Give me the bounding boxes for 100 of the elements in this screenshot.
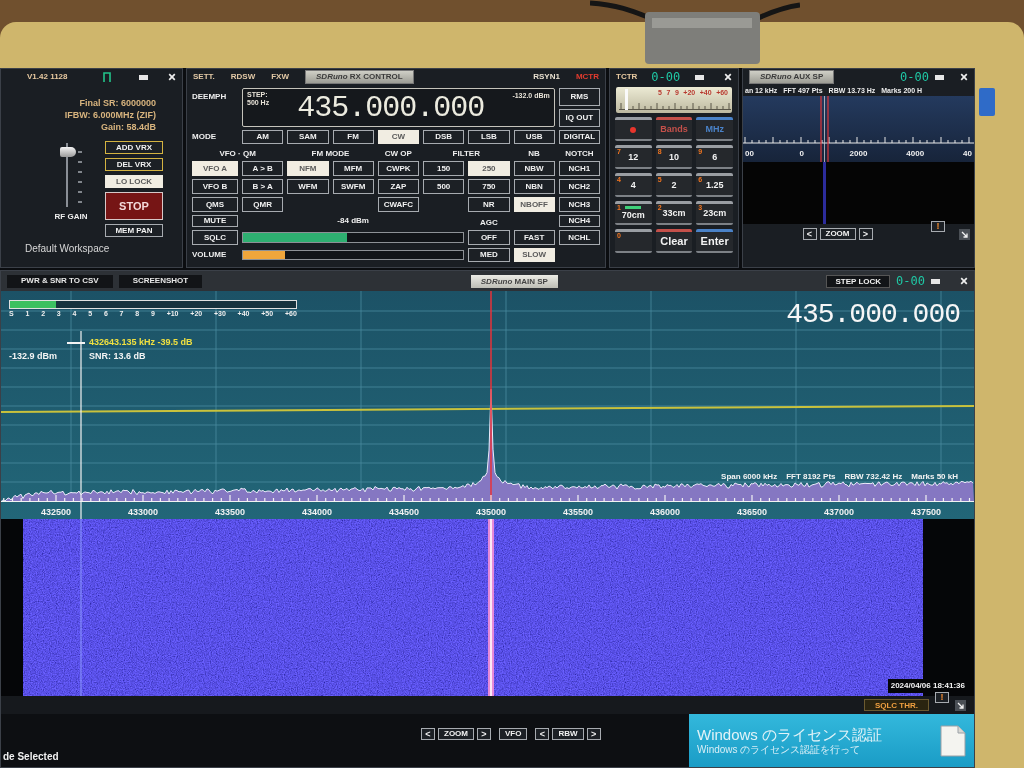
keypad-key[interactable]: Clear (655, 229, 693, 253)
vfo-button[interactable]: VFO A (192, 161, 238, 176)
previous-button[interactable]: < (535, 728, 550, 740)
status-text: IFBW: 6.000MHz (ZIF) (64, 109, 156, 121)
vfo-button[interactable]: VFO B (192, 179, 238, 194)
keypad-key[interactable]: MHz (696, 117, 733, 141)
file-icon[interactable] (940, 724, 966, 757)
menu-item[interactable]: RDSW (230, 71, 256, 83)
step-lock-button[interactable]: STEP LOCK (826, 274, 891, 288)
scale-label: 2000 (849, 149, 868, 158)
previous-button[interactable]: < (421, 728, 435, 740)
squelch-threshold-button[interactable]: SQLC THR. (863, 699, 929, 711)
previous-button[interactable]: < (802, 228, 817, 240)
minimize-icon[interactable] (139, 74, 149, 80)
close-icon[interactable] (168, 73, 176, 81)
fm-mode-button[interactable]: MFM (332, 161, 374, 176)
memory-button[interactable]: QMR (242, 197, 284, 212)
alert-button[interactable]: ! (931, 220, 945, 232)
close-icon[interactable] (960, 73, 968, 81)
minimize-icon[interactable] (695, 74, 704, 80)
mode-button[interactable]: DIGITAL (558, 130, 600, 144)
panel-button[interactable]: MEM PAN (105, 224, 163, 237)
filter-button[interactable]: 750 (468, 179, 510, 194)
axis-label: 433000 (128, 507, 158, 517)
toolbar-button[interactable]: PWR & SNR TO CSV (7, 274, 113, 288)
close-icon[interactable] (960, 277, 968, 285)
next-button[interactable]: > (858, 228, 873, 240)
keypad-key[interactable] (615, 229, 652, 253)
filter-button[interactable]: 150 (423, 161, 465, 176)
agc-button[interactable]: MED (468, 248, 510, 262)
panel-button[interactable]: ADD VRX (105, 141, 163, 154)
toggle-button[interactable]: IQ OUT (558, 109, 600, 127)
status-text: Final SR: 6000000 (79, 97, 156, 109)
noise-blanker-button[interactable]: NBN (513, 179, 555, 194)
agc-button[interactable]: OFF (468, 230, 510, 245)
notch-button[interactable]: NCHL (558, 230, 600, 245)
window-title: SDRuno MAIN SP (470, 274, 558, 288)
agc-button[interactable]: SLOW (513, 248, 555, 262)
mode-button[interactable]: FM (332, 130, 374, 144)
section-label: FM MODE (310, 149, 351, 158)
filter-button[interactable]: 500 (423, 179, 465, 194)
stepper-button[interactable]: ZOOM (819, 228, 856, 240)
notch-button[interactable]: NCH4 (558, 215, 600, 227)
notch-button[interactable]: NCH1 (558, 161, 600, 176)
minimize-icon[interactable] (935, 74, 944, 80)
notch-button[interactable]: NCH2 (558, 179, 600, 194)
close-icon[interactable] (724, 73, 732, 81)
toolbar-button[interactable]: SCREENSHOT (118, 274, 203, 288)
alert-button[interactable]: ! (935, 691, 949, 703)
mode-button[interactable]: AM (242, 130, 284, 144)
window-title: SDRuno AUX SP (749, 70, 835, 84)
cursor-power-readout: -132.9 dBm (9, 350, 58, 363)
resize-icon[interactable] (955, 699, 966, 711)
mode-button[interactable]: LSB (468, 130, 510, 144)
mode-button[interactable]: USB (513, 130, 555, 144)
panel-button[interactable]: LO LOCK (105, 175, 163, 188)
copy-button[interactable]: B > A (242, 179, 284, 194)
mode-button[interactable]: CW (377, 130, 419, 144)
noise-blanker-button[interactable]: NBOFF (513, 197, 555, 212)
panel-button[interactable]: STOP (105, 192, 163, 220)
copy-button[interactable]: A > B (242, 161, 284, 176)
notch-button[interactable]: NCH3 (558, 197, 600, 212)
next-button[interactable]: > (586, 728, 601, 740)
toggle-label[interactable]: RSYN1 (533, 71, 560, 83)
cw-option-button[interactable]: ZAP (377, 179, 419, 194)
squelch-button[interactable]: SQLC (192, 230, 238, 245)
mode-button[interactable]: DSB (423, 130, 465, 144)
vfo-button[interactable]: VFO (499, 728, 528, 740)
panel-button[interactable]: DEL VRX (105, 158, 163, 171)
section-label: NOTCH (564, 149, 595, 158)
menu-item[interactable]: SETT. (193, 71, 215, 83)
filter-button[interactable]: 250 (468, 161, 510, 176)
toggle-button[interactable]: RMS (558, 88, 600, 106)
minimize-icon[interactable] (931, 278, 940, 284)
fm-mode-button[interactable]: SWFM (332, 179, 374, 194)
volume-slider[interactable] (242, 250, 465, 260)
noise-blanker-button[interactable]: NBW (513, 161, 555, 176)
fm-mode-button[interactable]: NFM (287, 161, 329, 176)
keypad-key[interactable] (615, 117, 652, 141)
slider-thumb[interactable] (60, 147, 76, 158)
resize-icon[interactable] (959, 228, 970, 240)
signal-trace (823, 162, 826, 224)
agc-button[interactable]: FAST (513, 230, 555, 245)
cw-option-button[interactable]: CWPK (377, 161, 419, 176)
menu-item[interactable]: FXW (271, 71, 289, 83)
keypad-key[interactable]: Enter (696, 229, 733, 253)
next-button[interactable]: > (477, 728, 491, 740)
memory-button[interactable]: QMS (192, 197, 238, 212)
cursor-frequency-readout: 432643.135 kHz -39.5 dB (89, 336, 193, 349)
stepper-button[interactable]: RBW (552, 728, 584, 740)
toggle-label[interactable]: MCTR (575, 71, 599, 83)
row-label: VOLUME (192, 249, 228, 261)
spectrum-info-text: Marks 50 kH (911, 472, 958, 481)
stepper-button[interactable]: ZOOM (438, 728, 474, 740)
mute-button[interactable]: MUTE (192, 215, 238, 227)
fm-mode-button[interactable]: WFM (287, 179, 329, 194)
cw-option-button[interactable]: CWAFC (377, 197, 419, 212)
mode-button[interactable]: SAM (287, 130, 329, 144)
activation-notice-title: Windows のライセンス認証 (697, 725, 884, 744)
noise-reduction-button[interactable]: NR (468, 197, 510, 212)
